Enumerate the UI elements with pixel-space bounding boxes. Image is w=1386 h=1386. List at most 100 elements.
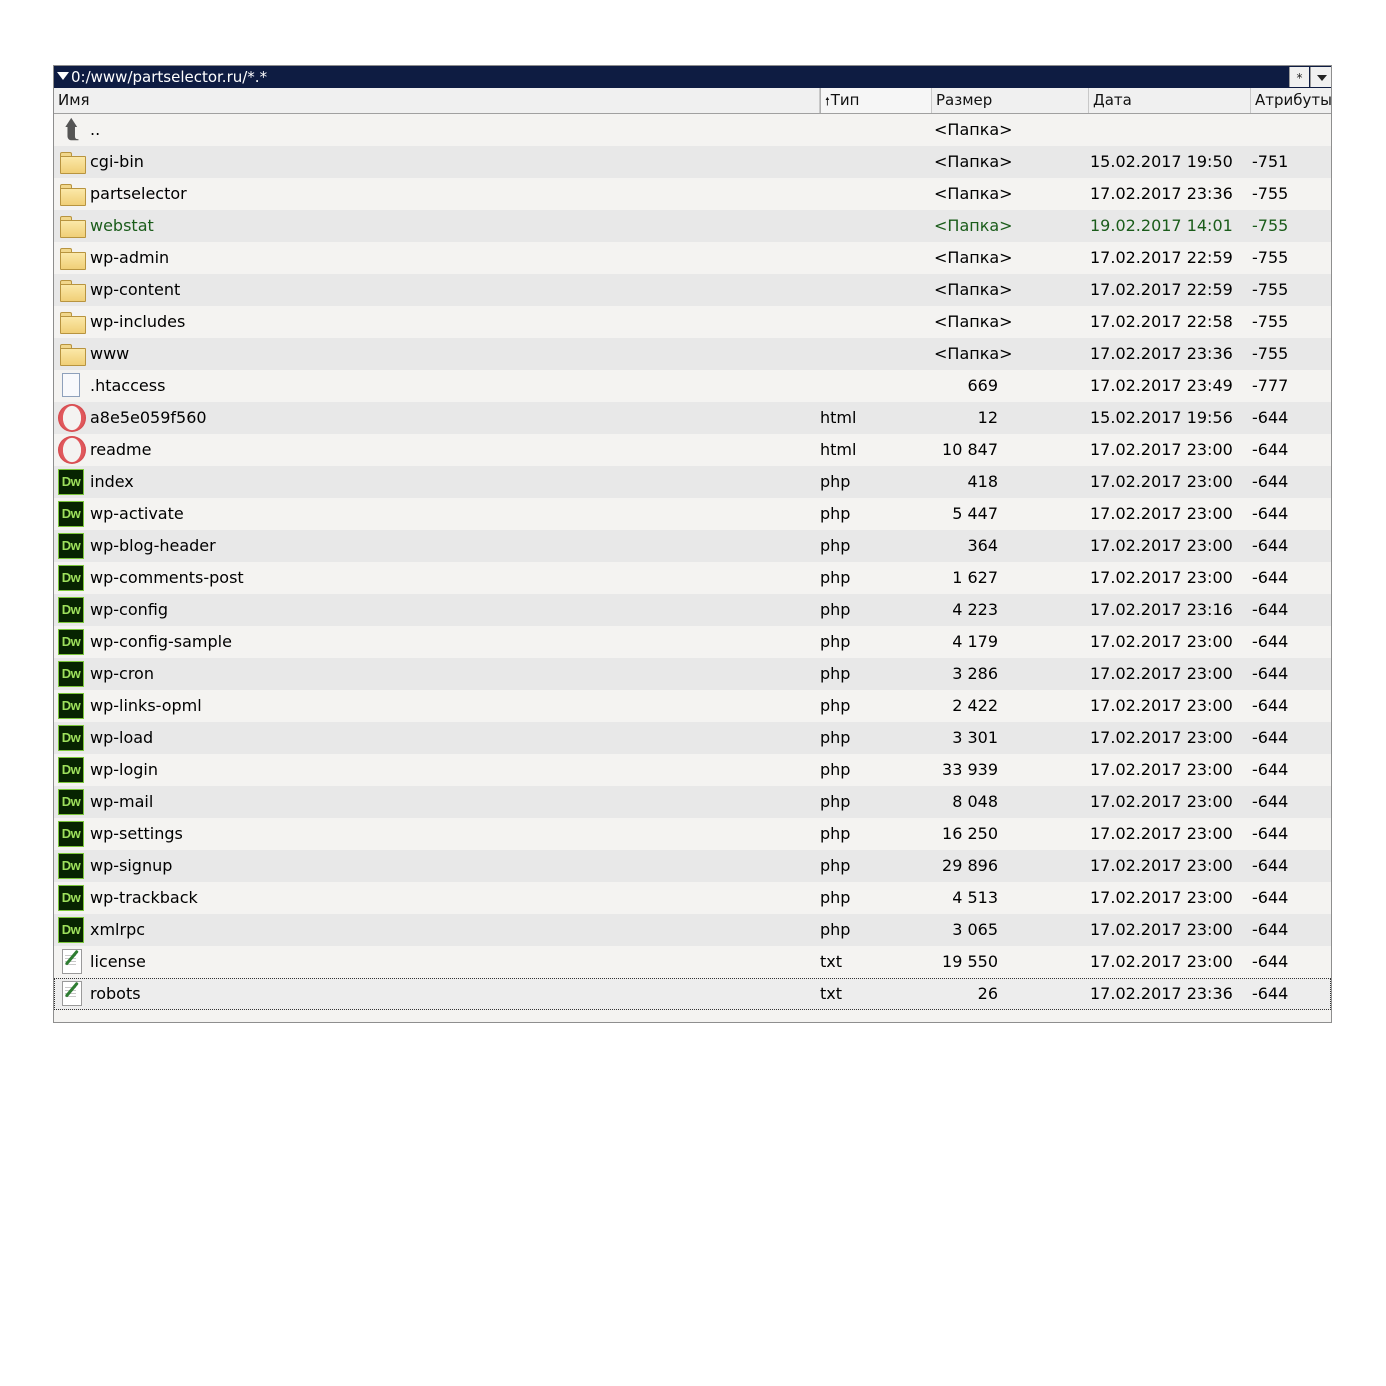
file-name: www: [90, 344, 130, 363]
opera-icon: [58, 404, 86, 432]
file-attributes: -755: [1252, 344, 1289, 363]
folder-icon: [59, 181, 86, 207]
file-row[interactable]: Dw wp-settings php 16 250 17.02.2017 23:00 -6…: [54, 818, 1331, 850]
file-attributes: -644: [1252, 792, 1289, 811]
file-name: xmlrpc: [90, 920, 146, 939]
file-row[interactable]: Dw wp-links-opml php 2 422 17.02.2017 23:00-…: [54, 690, 1331, 722]
file-size: 33 939: [942, 760, 998, 779]
file-row[interactable]: wp-includes <Папка> 17.02.2017 22:58 -755: [54, 306, 1331, 338]
file-row[interactable]: Dw wp-comments-post php 1 627 17.02.2017 23:…: [54, 562, 1331, 594]
file-type: php: [820, 760, 851, 779]
file-size: 4 513: [952, 888, 998, 907]
file-name: wp-config-sample: [90, 632, 232, 651]
file-row[interactable]: Dw xmlrpc php 3 065 17.02.2017 23:00 -644: [54, 914, 1331, 946]
file-size: 29 896: [942, 856, 998, 875]
file-name: webstat: [90, 216, 154, 235]
file-row[interactable]: partselector <Папка> 17.02.2017 23:36 -755: [54, 178, 1331, 210]
column-type-header[interactable]: 🠕Тип: [820, 88, 932, 113]
file-date: 19.02.2017 14:01: [1090, 216, 1233, 235]
file-type: php: [820, 472, 851, 491]
file-name: wp-content: [90, 280, 181, 299]
file-size: <Папка>: [934, 184, 1013, 203]
file-row[interactable]: Dw wp-mail php 8 048 17.02.2017 23:00 -644: [54, 786, 1331, 818]
file-date: 15.02.2017 19:50: [1090, 152, 1233, 171]
file-date: 17.02.2017 23:00: [1090, 728, 1233, 747]
file-row[interactable]: Dw wp-config php 4 223 17.02.2017 23:16 -644: [54, 594, 1331, 626]
column-date-header[interactable]: Дата: [1089, 88, 1251, 113]
file-row[interactable]: cgi-bin <Папка> 15.02.2017 19:50 -751: [54, 146, 1331, 178]
file-date: 17.02.2017 23:00: [1090, 824, 1233, 843]
file-date: 17.02.2017 23:00: [1090, 888, 1233, 907]
file-size: <Папка>: [934, 344, 1013, 363]
file-size: 4 179: [952, 632, 998, 651]
file-row[interactable]: license txt 19 550 17.02.2017 23:00 -644: [54, 946, 1331, 978]
column-size-header[interactable]: Размер: [932, 88, 1089, 113]
file-size: 418: [967, 472, 998, 491]
file-name: wp-settings: [90, 824, 183, 843]
file-list: ⮬.. <Папка> cgi-bin <Папка> 15.02.2017 19:50…: [54, 114, 1331, 1010]
folder-icon: [59, 277, 86, 303]
column-attributes-header[interactable]: Атрибуты: [1251, 88, 1331, 113]
file-attributes: -644: [1252, 632, 1289, 651]
file-row[interactable]: Dw wp-signup php 29 896 17.02.2017 23:00 -644: [54, 850, 1331, 882]
file-row[interactable]: Dw wp-load php 3 301 17.02.2017 23:00 -644: [54, 722, 1331, 754]
file-type: html: [820, 440, 857, 459]
dreamweaver-icon: Dw: [58, 661, 84, 687]
folder-icon: [59, 341, 86, 367]
file-attributes: -644: [1252, 664, 1289, 683]
file-row[interactable]: Dw wp-trackback php 4 513 17.02.2017 23:00 -6…: [54, 882, 1331, 914]
file-name: index: [90, 472, 134, 491]
favorites-button[interactable]: *: [1289, 67, 1309, 87]
file-attributes: -644: [1252, 728, 1289, 747]
file-date: 17.02.2017 23:00: [1090, 504, 1233, 523]
file-row[interactable]: Dw wp-login php 33 939 17.02.2017 23:00 -644: [54, 754, 1331, 786]
file-type: php: [820, 696, 851, 715]
file-row[interactable]: robots txt 26 17.02.2017 23:36 -644: [54, 978, 1331, 1010]
file-attributes: -644: [1252, 824, 1289, 843]
file-row[interactable]: wp-content <Папка> 17.02.2017 22:59 -755: [54, 274, 1331, 306]
file-size: <Папка>: [934, 120, 1013, 139]
file-name: a8e5e059f560: [90, 408, 207, 427]
file-size: 12: [977, 408, 998, 427]
file-row[interactable]: readme html 10 847 17.02.2017 23:00 -644: [54, 434, 1331, 466]
file-row[interactable]: webstat <Папка> 19.02.2017 14:01 -755: [54, 210, 1331, 242]
file-date: 17.02.2017 23:00: [1090, 952, 1233, 971]
file-row[interactable]: Dw wp-activate php 5 447 17.02.2017 23:00 -64…: [54, 498, 1331, 530]
file-row[interactable]: ⮬.. <Папка>: [54, 114, 1331, 146]
file-type: php: [820, 856, 851, 875]
file-type: php: [820, 920, 851, 939]
dreamweaver-icon: Dw: [58, 533, 84, 559]
file-row[interactable]: Dw wp-blog-header php 364 17.02.2017 23:00 -6…: [54, 530, 1331, 562]
file-row[interactable]: .htaccess 669 17.02.2017 23:49 -777: [54, 370, 1331, 402]
file-name: wp-links-opml: [90, 696, 202, 715]
file-row[interactable]: Dw wp-config-sample php 4 179 17.02.2017 23:…: [54, 626, 1331, 658]
file-row[interactable]: a8e5e059f560 html 12 15.02.2017 19:56 -644: [54, 402, 1331, 434]
current-path: 0:/www/partselector.ru/*.*: [71, 68, 268, 86]
path-bar[interactable]: 0:/www/partselector.ru/*.* *: [54, 66, 1331, 88]
file-type: php: [820, 888, 851, 907]
dropdown-arrow-icon[interactable]: [57, 72, 69, 80]
file-type: php: [820, 600, 851, 619]
file-name: cgi-bin: [90, 152, 144, 171]
file-size: 3 301: [952, 728, 998, 747]
file-type: txt: [820, 952, 843, 971]
file-row[interactable]: wp-admin <Папка> 17.02.2017 22:59 -755: [54, 242, 1331, 274]
file-attributes: -644: [1252, 504, 1289, 523]
history-button[interactable]: [1310, 67, 1331, 87]
file-name: wp-includes: [90, 312, 186, 331]
folder-icon: [59, 213, 86, 239]
folder-icon: [59, 309, 86, 335]
file-name: .htaccess: [90, 376, 166, 395]
file-name: robots: [90, 984, 141, 1003]
file-row[interactable]: Dw index php 418 17.02.2017 23:00 -644: [54, 466, 1331, 498]
file-size: 1 627: [952, 568, 998, 587]
file-attributes: -755: [1252, 216, 1289, 235]
file-attributes: -644: [1252, 760, 1289, 779]
file-row[interactable]: www <Папка> 17.02.2017 23:36 -755: [54, 338, 1331, 370]
file-attributes: -644: [1252, 472, 1289, 491]
column-date-label: Дата: [1093, 91, 1132, 109]
file-type: php: [820, 632, 851, 651]
file-row[interactable]: Dw wp-cron php 3 286 17.02.2017 23:00 -644: [54, 658, 1331, 690]
file-date: 15.02.2017 19:56: [1090, 408, 1233, 427]
column-name-header[interactable]: Имя: [54, 88, 820, 113]
